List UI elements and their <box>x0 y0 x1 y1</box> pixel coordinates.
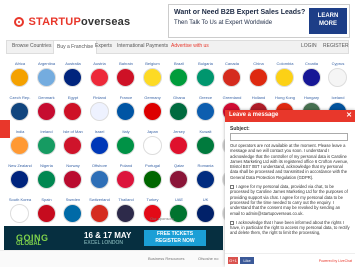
chat-title: Leave a message <box>229 112 279 118</box>
country-name: Cyprus <box>331 61 345 66</box>
country-flag-icon <box>63 204 82 223</box>
country-flag-icon <box>89 102 109 121</box>
country-flag-icon <box>10 68 29 87</box>
country-name: Iceland <box>331 95 345 100</box>
ad-learn-more-button[interactable]: LEARN MORE <box>309 8 347 34</box>
chat-header[interactable]: Leave a message ✕ <box>225 110 355 122</box>
country-flag-icon <box>10 170 29 189</box>
main-nav: Browse Countries Buy a Franchise Experts… <box>6 40 349 54</box>
country-flag-icon <box>116 170 135 189</box>
country-flag-icon <box>275 68 294 87</box>
nav-buy-franchise[interactable]: Buy a Franchise <box>53 40 98 54</box>
ad-btn-line2: MORE <box>319 21 337 27</box>
country-flag-icon <box>89 204 109 223</box>
nav-register[interactable]: REGISTER <box>323 43 349 49</box>
nav-login[interactable]: LOGIN <box>301 43 317 49</box>
country-flag-icon <box>301 68 321 87</box>
chat-widget: Leave a message ✕ Subject: Our operators… <box>225 110 355 267</box>
country-flag-icon <box>116 136 135 155</box>
logo-text-b: overseas <box>80 15 131 28</box>
chat-subject-label: Subject: <box>230 126 250 132</box>
event-banner[interactable]: GOING GLOBAL 16 & 17 MAY EXCEL LONDON FR… <box>4 226 223 250</box>
ticket-line1: FREE TICKETS <box>156 231 194 237</box>
country-flag-icon <box>36 204 56 223</box>
country-flag-icon <box>10 102 29 121</box>
country-flag-icon <box>63 136 82 155</box>
banner-ticket-button[interactable]: FREE TICKETS REGISTER NOW <box>144 230 206 246</box>
country-flag-icon <box>89 136 109 155</box>
ad-subline: Then Talk To Us at Expert Worldwide <box>174 20 273 26</box>
chat-subject-input[interactable] <box>230 133 348 141</box>
country-flag-icon <box>116 102 135 121</box>
consent-text-1: I agree for my personal data, provided v… <box>230 184 348 216</box>
footer-link-left[interactable]: Business Resources <box>148 256 184 261</box>
country-flag-icon <box>142 170 162 189</box>
ad-headline: Want or Need B2B Expert Sales Leads? <box>174 9 306 16</box>
chat-paragraph-1: Our operators are not available at the m… <box>230 143 349 180</box>
country-flag-icon <box>222 68 241 87</box>
country-tile[interactable]: Cyprus <box>322 60 354 90</box>
logo-text-a: STARTUP <box>28 15 81 28</box>
chat-paragraph-2: I agree for my personal data, provided v… <box>230 184 350 216</box>
consent-checkbox-1[interactable] <box>230 184 234 189</box>
ticket-line2: REGISTER NOW <box>155 238 195 244</box>
footer-link-right[interactable]: Ofsoshe no <box>198 256 218 261</box>
country-flag-icon <box>116 68 135 87</box>
country-flag-icon <box>169 170 188 189</box>
country-flag-icon <box>195 68 215 87</box>
country-flag-icon <box>328 68 347 87</box>
nav-advertise[interactable]: Advertise with us <box>171 43 209 49</box>
country-flag-icon <box>248 68 268 87</box>
chat-footer: G+1 Like Powered by LiveChat <box>225 253 355 267</box>
country-flag-icon <box>89 170 109 189</box>
nav-experts[interactable]: Experts <box>95 43 112 49</box>
country-flag-icon <box>195 204 215 223</box>
country-flag-icon <box>142 68 162 87</box>
nav-browse-countries[interactable]: Browse Countries <box>12 43 51 49</box>
facebook-like-button[interactable]: Like <box>240 257 254 264</box>
country-flag-icon <box>169 136 188 155</box>
country-flag-icon <box>36 68 56 87</box>
country-flag-icon <box>63 170 82 189</box>
banner-brand2: GLOBAL <box>16 241 42 247</box>
country-flag-icon <box>10 204 29 223</box>
google-plus-button[interactable]: G+1 <box>228 257 238 264</box>
country-flag-icon <box>36 102 56 121</box>
country-flag-icon <box>10 136 29 155</box>
banner-place: EXCEL LONDON <box>84 240 123 246</box>
country-flag-icon <box>63 68 82 87</box>
consent-checkbox-2[interactable] <box>230 220 234 225</box>
consent-text-2: I acknowledge that I have been informed … <box>230 219 350 236</box>
country-flag-icon <box>63 102 82 121</box>
country-flag-icon <box>169 68 188 87</box>
sponsors-label: Our sponsors <box>150 216 175 221</box>
country-flag-icon <box>36 136 56 155</box>
chevron-down-icon[interactable]: ✕ <box>346 111 352 119</box>
country-flag-icon <box>36 170 56 189</box>
side-feedback-tab[interactable] <box>0 120 10 138</box>
country-flag-icon <box>116 204 135 223</box>
powered-by-link[interactable]: Powered by LiveChat <box>319 259 352 263</box>
country-flag-icon <box>195 102 215 121</box>
country-flag-icon <box>195 136 215 155</box>
chat-paragraph-3: I acknowledge that I have been informed … <box>230 220 350 236</box>
ad-banner[interactable]: Want or Need B2B Expert Sales Leads? The… <box>168 4 350 38</box>
nav-international-payments[interactable]: International Payments <box>117 43 168 49</box>
country-flag-icon <box>142 102 162 121</box>
chat-message-body: Our operators are not available at the m… <box>230 143 350 253</box>
country-flag-icon <box>142 136 162 155</box>
country-flag-icon <box>195 170 215 189</box>
ad-btn-line1: LEARN <box>317 13 339 19</box>
site-logo[interactable]: STARTUPoverseas <box>14 13 131 28</box>
country-flag-icon <box>89 68 109 87</box>
banner-date: 16 & 17 MAY <box>84 231 132 240</box>
logo-icon <box>14 16 24 27</box>
site-header: STARTUPoverseas Want or Need B2B Expert … <box>0 0 355 38</box>
country-flag-icon <box>169 102 188 121</box>
